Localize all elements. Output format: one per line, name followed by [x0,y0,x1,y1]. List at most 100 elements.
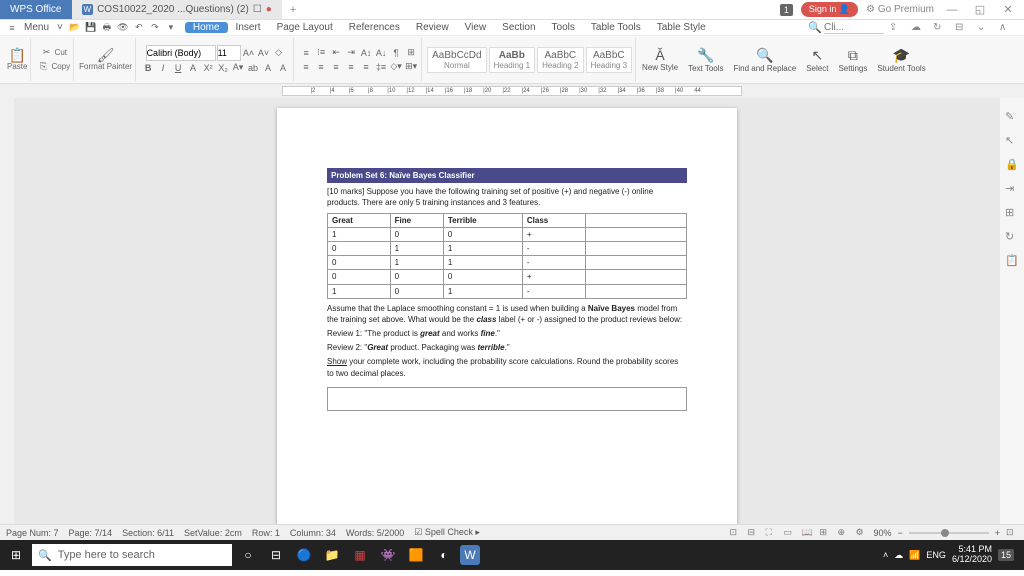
table-row[interactable]: 101- [328,284,687,298]
tray-notifications-icon[interactable]: 15 [998,549,1014,561]
bullets-button[interactable]: ≡ [299,46,313,60]
bold-button[interactable]: B [141,61,155,75]
answer-table[interactable] [327,387,687,411]
tab-home[interactable]: Home [185,22,228,33]
lock-icon[interactable]: 🔒 [1005,158,1019,172]
steam-icon[interactable]: ◐ [432,543,456,567]
share-icon[interactable]: ⇪ [889,22,903,33]
tab-close-icon[interactable]: ● [266,3,272,17]
app2-icon[interactable]: 🟧 [404,543,428,567]
table-row[interactable]: 100+ [328,227,687,241]
tray-clock[interactable]: 5:41 PM 6/12/2020 [952,545,992,565]
view-fullscreen-icon[interactable]: ⛶ [765,527,777,538]
paste-button[interactable]: 📋 [8,48,27,62]
select-tool-icon[interactable]: ↖ [1005,134,1019,148]
justify-button[interactable]: ≡ [344,60,358,74]
increase-indent-button[interactable]: ⇥ [344,46,358,60]
clipboard-icon[interactable]: 📋 [1005,254,1019,268]
tab-table-style[interactable]: Table Style [649,22,714,33]
tab-review[interactable]: Review [408,22,457,33]
format-painter-button[interactable]: 🖌 [96,48,116,62]
tab-table-tools[interactable]: Table Tools [583,22,649,33]
fit-icon[interactable]: ⊡ [1006,527,1018,538]
tray-wifi-icon[interactable]: 📶 [909,550,920,561]
redo-icon[interactable]: ↷ [148,21,162,35]
feedback-icon[interactable]: ⊟ [955,22,969,33]
document-page[interactable]: Problem Set 6: Naïve Bayes Classifier [1… [277,108,737,524]
training-table[interactable]: Great Fine Terrible Class 100+ 011- 011-… [327,213,687,299]
save-icon[interactable]: 💾 [84,21,98,35]
align-center-button[interactable]: ≡ [314,60,328,74]
panel-icon[interactable]: ⇥ [1005,182,1019,196]
view-dual-icon[interactable]: ⊞ [819,527,831,538]
menu-button[interactable]: Menu [20,22,53,33]
shading-button[interactable]: ◇▾ [389,60,403,74]
sort-button[interactable]: A↓ [374,46,388,60]
status-setvalue[interactable]: SetValue: 2cm [184,528,242,538]
student-tools-button[interactable]: 🎓Student Tools [873,45,929,75]
table-row[interactable]: 011- [328,241,687,255]
explorer-icon[interactable]: 📁 [320,543,344,567]
refresh-icon[interactable]: ↻ [1005,230,1019,244]
document-tab[interactable]: W COS10022_2020 ...Questions) (2) ☐ ● [72,0,282,19]
style-heading3[interactable]: AaBbCHeading 3 [586,47,632,73]
discord-icon[interactable]: 👾 [376,543,400,567]
font-color-button[interactable]: A [186,61,200,75]
qat-dropdown-icon[interactable]: ▾ [164,21,178,35]
style-normal[interactable]: AaBbCcDdNormal [427,47,486,73]
font-color2-button[interactable]: A [276,61,290,75]
status-words[interactable]: Words: 5/2000 [346,528,404,538]
start-button[interactable]: ⊞ [4,543,28,567]
premium-link[interactable]: ⚙ Go Premium [866,4,934,15]
grow-font-button[interactable]: A˄ [242,46,256,60]
align-right-button[interactable]: ≡ [329,60,343,74]
search-input[interactable] [824,22,884,34]
add-tab-button[interactable]: + [282,4,304,16]
undo-icon[interactable]: ↶ [132,21,146,35]
view-settings-icon[interactable]: ⚙ [855,527,867,538]
style-heading2[interactable]: AaBbCHeading 2 [537,47,583,73]
close-button[interactable]: ✕ [998,3,1018,16]
vertical-ruler[interactable] [0,98,14,524]
hamburger-icon[interactable]: ≡ [5,21,19,35]
status-page[interactable]: Page: 7/14 [69,528,113,538]
size-select[interactable] [217,45,241,61]
status-row[interactable]: Row: 1 [252,528,280,538]
zoom-out-button[interactable]: − [897,528,902,538]
tray-expand-icon[interactable]: ˄ [883,550,888,560]
view-web-icon[interactable]: ⊟ [747,527,759,538]
menu-chevron-icon[interactable]: ˅ [53,22,67,33]
view-print-icon[interactable]: ⊡ [729,527,741,538]
text-tools-button[interactable]: 🔧Text Tools [684,45,727,75]
features-icon[interactable]: ⊞ [1005,206,1019,220]
tab-page-layout[interactable]: Page Layout [269,22,341,33]
style-heading1[interactable]: AaBbHeading 1 [489,47,535,73]
text-effects-button[interactable]: A [261,61,275,75]
settings-button[interactable]: ⧉Settings [834,45,871,75]
clear-format-button[interactable]: ◇ [272,46,286,60]
status-column[interactable]: Column: 34 [290,528,336,538]
maximize-button[interactable]: ◱ [970,3,990,16]
distribute-button[interactable]: ≡ [359,60,373,74]
tab-menu-icon[interactable]: ☐ [253,3,262,17]
taskview-icon[interactable]: ⊟ [264,543,288,567]
tab-insert[interactable]: Insert [228,22,269,33]
new-style-button[interactable]: ǍNew Style [638,45,682,74]
wps-taskbar-icon[interactable]: W [460,545,480,565]
table-button[interactable]: ⊞ [404,46,418,60]
underline-button[interactable]: U [171,61,185,75]
open-icon[interactable]: 📂 [68,21,82,35]
app-tab[interactable]: WPS Office [0,0,72,19]
collapse-ribbon-icon[interactable]: ∧ [999,22,1013,33]
zoom-in-button[interactable]: + [995,528,1000,538]
numbering-button[interactable]: ⁝≡ [314,46,328,60]
notification-badge[interactable]: 1 [780,4,793,16]
table-row[interactable]: 011- [328,256,687,270]
cloud-icon[interactable]: ☁ [911,22,925,33]
cut-button[interactable]: ✂ [40,46,54,60]
ruler[interactable]: |2|4|6|8|10|12|14|16|18|20|22|24|26|28|3… [0,84,1024,98]
status-spellcheck[interactable]: ☑ Spell Check ▸ [414,527,480,538]
italic-button[interactable]: I [156,61,170,75]
copy-button[interactable]: ⎘ [36,60,50,74]
status-pagenum[interactable]: Page Num: 7 [6,528,59,538]
